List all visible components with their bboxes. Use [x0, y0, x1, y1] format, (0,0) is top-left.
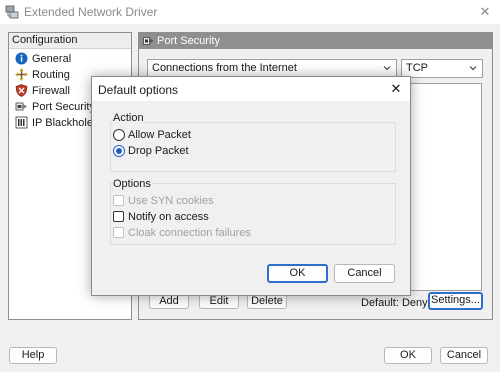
chevron-down-icon	[469, 66, 477, 71]
chevron-down-icon	[383, 66, 391, 71]
panel-header: Port Security	[139, 33, 492, 49]
close-icon: ✕	[479, 4, 491, 19]
sidebar-item-label: Port Security	[32, 101, 95, 113]
drop-packet-radio[interactable]: Drop Packet	[113, 144, 233, 158]
allow-packet-label: Allow Packet	[128, 129, 191, 141]
dialog-title: Default options	[98, 83, 179, 97]
sidebar-item-label: IP Blackhole	[32, 117, 93, 129]
drop-packet-label: Drop Packet	[128, 145, 189, 157]
radio-circle	[113, 129, 125, 141]
dialog-cancel-button[interactable]: Cancel	[334, 264, 395, 283]
cloak-failures-checkbox[interactable]: Cloak connection failures	[113, 226, 273, 240]
checkbox-box	[113, 195, 124, 206]
notify-on-access-checkbox[interactable]: Notify on access	[113, 210, 273, 224]
protocol-select[interactable]: TCP	[401, 59, 483, 78]
settings-button[interactable]: Settings...	[428, 292, 483, 310]
cancel-button[interactable]: Cancel	[440, 347, 488, 364]
dialog-ok-button[interactable]: OK	[267, 264, 328, 283]
sidebar-item-label: Firewall	[32, 85, 70, 97]
info-icon	[15, 52, 28, 65]
default-policy-status: Default: Deny	[361, 297, 428, 309]
connection-select-value: Connections from the Internet	[152, 62, 297, 74]
window-close-button[interactable]: ✕	[470, 0, 500, 24]
window-title: Extended Network Driver	[24, 5, 158, 19]
options-group-label: Options	[112, 178, 152, 190]
allow-packet-radio[interactable]: Allow Packet	[113, 128, 233, 142]
checkbox-box	[113, 227, 124, 238]
ok-button[interactable]: OK	[384, 347, 432, 364]
routing-icon	[15, 68, 28, 81]
close-icon: ✕	[390, 81, 402, 96]
port-icon	[15, 102, 27, 111]
protocol-select-value: TCP	[406, 62, 428, 74]
dialog-close-button[interactable]: ✕	[386, 79, 406, 99]
sidebar-item-label: General	[32, 53, 72, 65]
syn-cookies-label: Use SYN cookies	[128, 195, 214, 207]
notify-on-access-label: Notify on access	[128, 211, 209, 223]
title-bar: Extended Network Driver ✕	[0, 0, 500, 24]
checkbox-box	[113, 211, 124, 222]
cloak-failures-label: Cloak connection failures	[128, 227, 251, 239]
syn-cookies-checkbox[interactable]: Use SYN cookies	[113, 194, 273, 208]
network-app-icon	[5, 5, 19, 19]
blackhole-icon	[15, 116, 28, 129]
radio-circle-selected	[113, 145, 125, 157]
dialog-title-bar: Default options ✕	[92, 77, 410, 101]
action-group-label: Action	[112, 112, 145, 124]
shield-icon	[15, 84, 28, 97]
default-options-dialog: Default options ✕ Action Allow Packet Dr…	[91, 76, 411, 296]
sidebar-header: Configuration	[9, 33, 131, 49]
port-icon	[143, 37, 154, 45]
help-button[interactable]: Help	[9, 347, 57, 364]
sidebar-item-general[interactable]: General	[15, 51, 127, 67]
sidebar-item-label: Routing	[32, 69, 70, 81]
